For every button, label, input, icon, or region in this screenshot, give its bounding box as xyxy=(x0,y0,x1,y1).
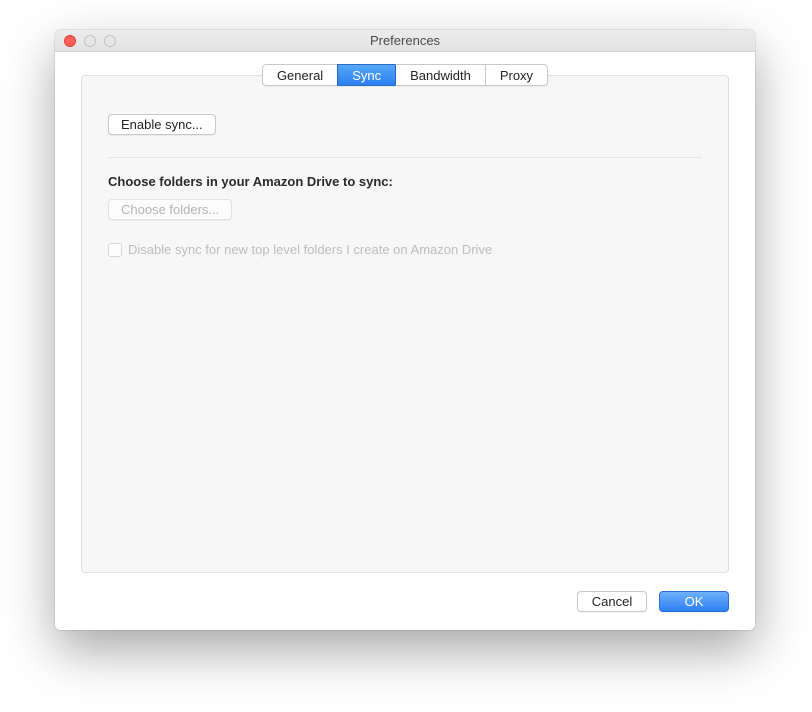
disable-sync-checkbox-row: Disable sync for new top level folders I… xyxy=(108,242,702,257)
sync-panel: Enable sync... Choose folders in your Am… xyxy=(81,75,729,573)
choose-folders-label: Choose folders in your Amazon Drive to s… xyxy=(108,174,702,189)
preferences-window: Preferences General Sync Bandwidth Proxy… xyxy=(55,30,755,630)
maximize-icon xyxy=(104,35,116,47)
content-area: General Sync Bandwidth Proxy Enable sync… xyxy=(55,52,755,630)
close-icon[interactable] xyxy=(64,35,76,47)
cancel-button[interactable]: Cancel xyxy=(577,591,647,612)
window-title: Preferences xyxy=(55,33,755,48)
disable-sync-checkbox[interactable] xyxy=(108,243,122,257)
footer: Cancel OK xyxy=(55,587,755,630)
tab-bandwidth[interactable]: Bandwidth xyxy=(395,64,485,86)
enable-sync-button[interactable]: Enable sync... xyxy=(108,114,216,135)
tab-proxy[interactable]: Proxy xyxy=(485,64,548,86)
minimize-icon xyxy=(84,35,96,47)
tabs-row: General Sync Bandwidth Proxy xyxy=(55,52,755,86)
tab-sync[interactable]: Sync xyxy=(337,64,395,86)
choose-folders-button[interactable]: Choose folders... xyxy=(108,199,232,220)
disable-sync-checkbox-label: Disable sync for new top level folders I… xyxy=(128,242,492,257)
traffic-lights xyxy=(55,35,116,47)
divider xyxy=(108,157,702,158)
tab-general[interactable]: General xyxy=(262,64,337,86)
ok-button[interactable]: OK xyxy=(659,591,729,612)
tab-segmented-control: General Sync Bandwidth Proxy xyxy=(262,64,548,86)
titlebar[interactable]: Preferences xyxy=(55,30,755,52)
